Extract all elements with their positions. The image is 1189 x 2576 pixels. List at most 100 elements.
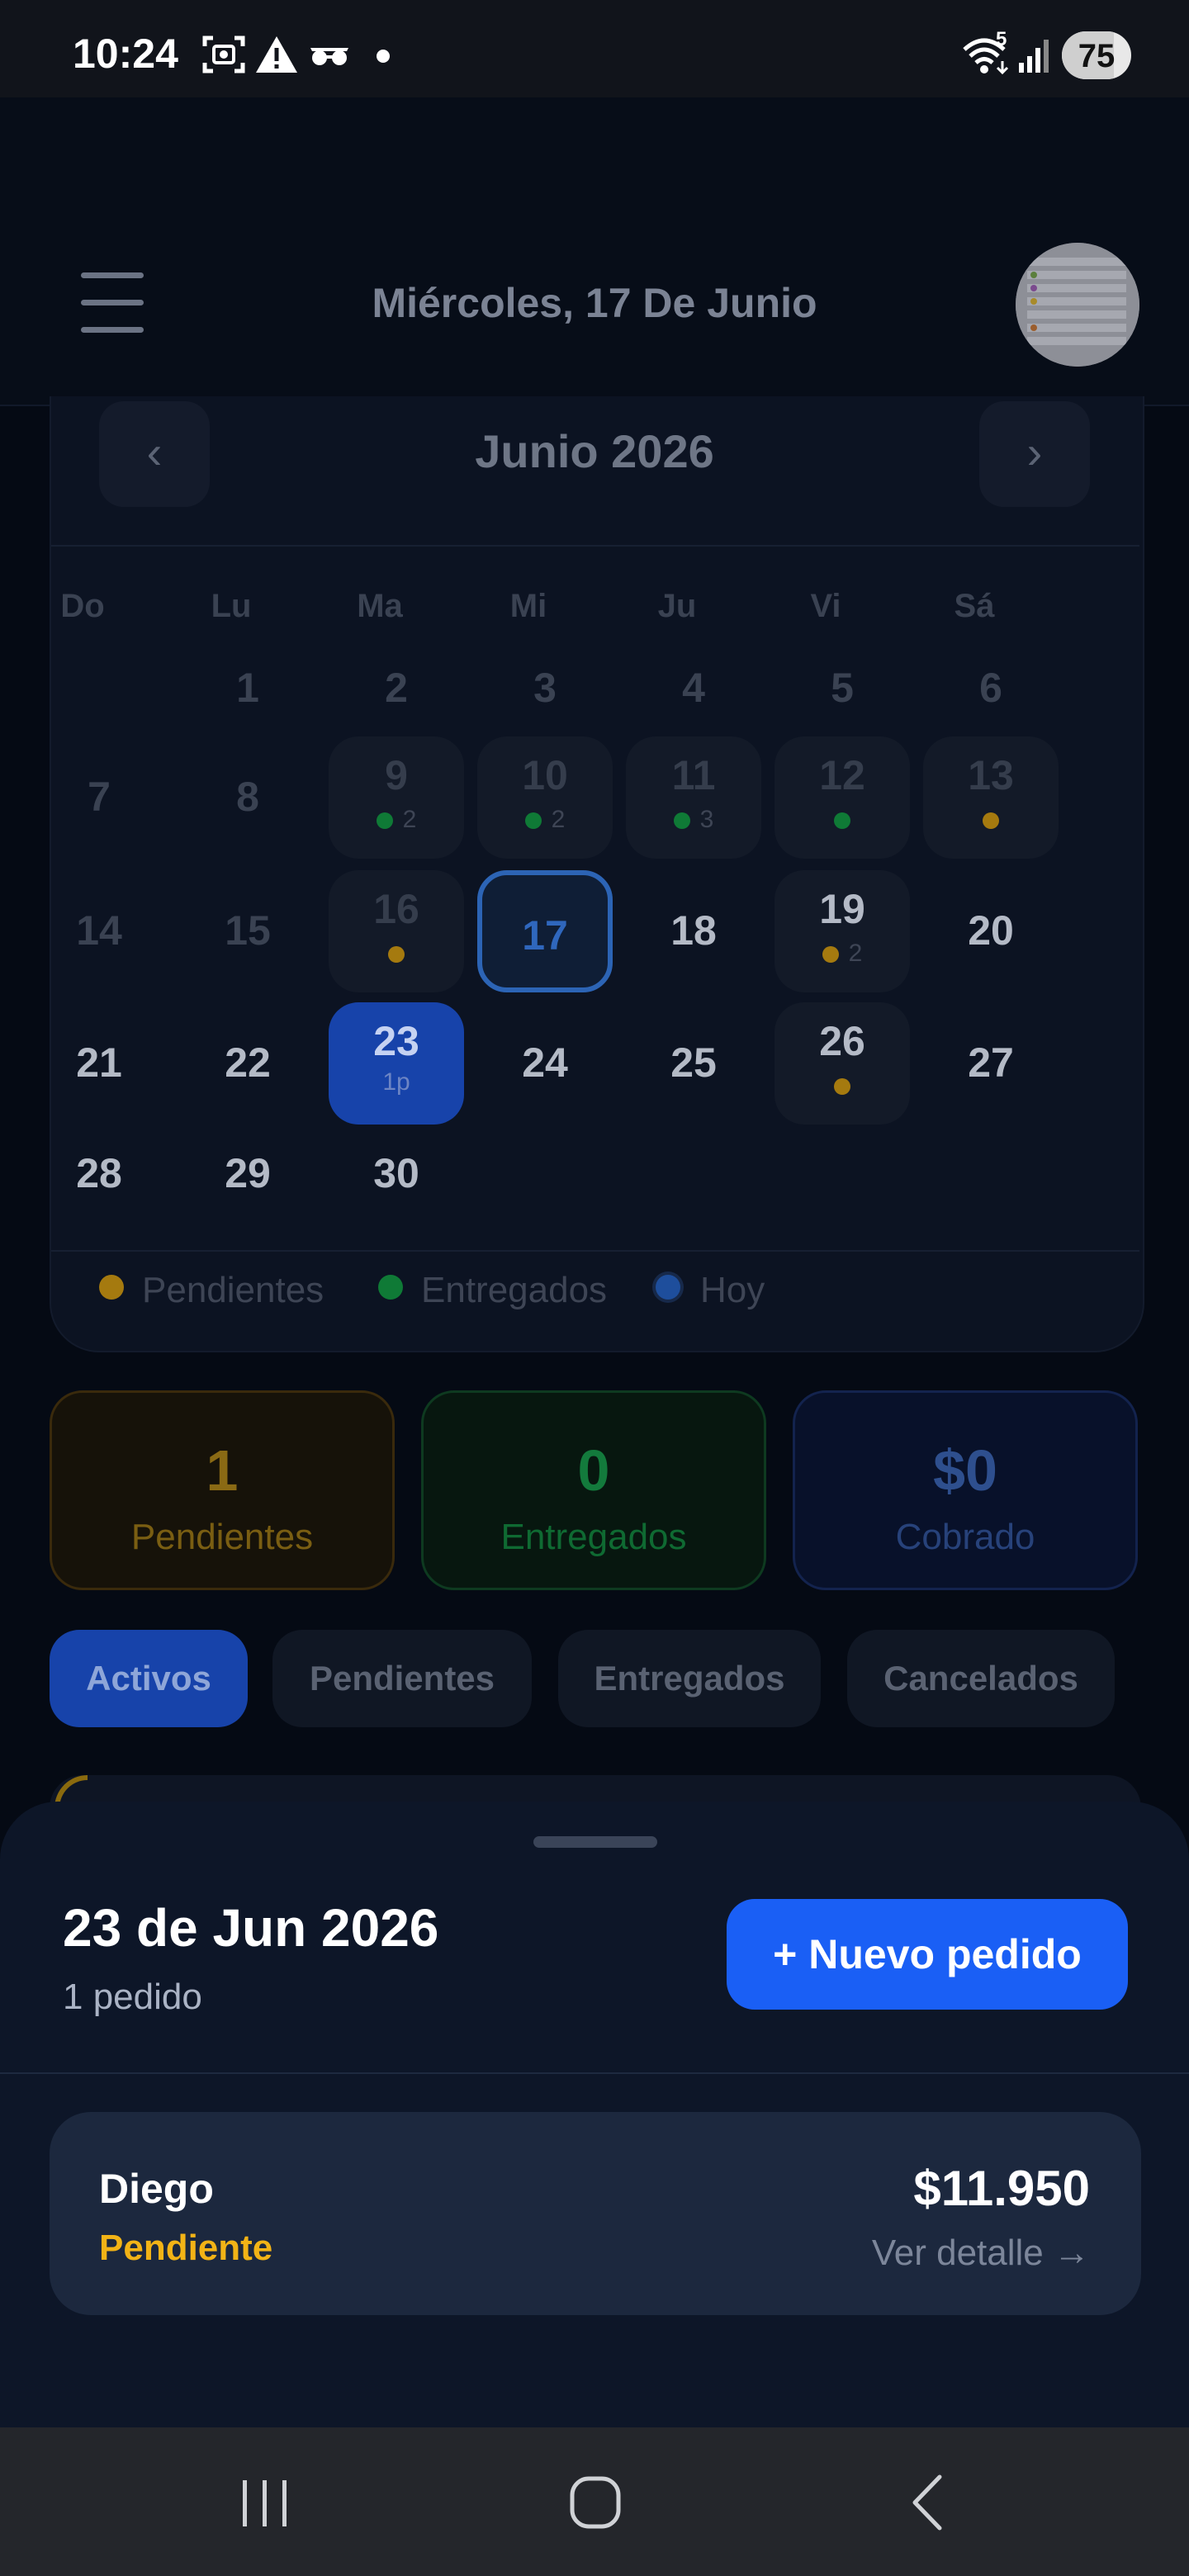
sheet-divider <box>0 2072 1189 2074</box>
home-icon[interactable] <box>568 2474 623 2531</box>
weekday-label: Sá <box>954 588 995 624</box>
delivered-dot <box>834 812 850 830</box>
day-number: 10 <box>522 752 568 798</box>
order-count: 2 <box>402 806 417 833</box>
calendar-day-12[interactable]: 12 <box>775 736 910 859</box>
order-customer-name: Diego <box>99 2166 214 2212</box>
stat-delivered-value: 0 <box>577 1438 610 1503</box>
day-number: 1 <box>236 665 259 711</box>
order-amount: $11.950 <box>913 2161 1090 2216</box>
calendar-day-26[interactable]: 26 <box>775 1002 910 1125</box>
day-number: 9 <box>385 752 408 798</box>
day-number: 13 <box>968 752 1014 798</box>
calendar-day-14[interactable]: 14 <box>31 870 167 992</box>
legend-divider <box>51 1250 1139 1252</box>
day-number: 19 <box>819 886 865 932</box>
day-number: 23 <box>373 1018 419 1064</box>
order-indicator <box>775 806 910 834</box>
day-number: 30 <box>373 1150 419 1196</box>
calendar-day-13[interactable]: 13 <box>923 736 1059 859</box>
order-count: 2 <box>551 806 566 833</box>
calendar-day-25[interactable]: 25 <box>626 1002 761 1125</box>
stat-delivered-label: Entregados <box>500 1517 687 1557</box>
legend-pending-label: Pendientes <box>142 1270 324 1310</box>
calendar-day-21[interactable]: 21 <box>31 1002 167 1125</box>
sheet-date: 23 de Jun 2026 <box>63 1898 439 1958</box>
weekday-label: Mi <box>509 588 547 624</box>
prev-month-button[interactable]: ‹ <box>99 401 210 507</box>
signal-icon <box>1019 40 1049 73</box>
calendar-day-30[interactable]: 30 <box>329 1113 464 1235</box>
day-number: 14 <box>76 907 122 954</box>
calendar-day-19[interactable]: 19 2 <box>775 870 910 992</box>
calendar-day-7[interactable]: 7 <box>31 736 167 859</box>
tab-cancelados[interactable]: Cancelados <box>847 1630 1115 1727</box>
calendar-day-20[interactable]: 20 <box>923 870 1059 992</box>
weekday-label: Ma <box>357 588 403 624</box>
pending-dot <box>822 946 839 964</box>
sheet-order-count: 1 pedido <box>63 1977 202 2017</box>
tab-activos[interactable]: Activos <box>50 1630 248 1727</box>
stat-collected-value: $0 <box>933 1438 997 1503</box>
new-order-button[interactable]: + Nuevo pedido <box>727 1899 1128 2010</box>
calendar-day-2[interactable]: 2 <box>329 627 464 750</box>
tab-pendientes[interactable]: Pendientes <box>272 1630 532 1727</box>
pending-dot <box>983 812 999 830</box>
weekday-label: Vi <box>810 588 841 624</box>
calendar-day-23[interactable]: 23 1p <box>329 1002 464 1125</box>
day-number: 3 <box>533 665 557 711</box>
calendar-day-8[interactable]: 8 <box>180 736 315 859</box>
day-number: 18 <box>670 907 717 954</box>
hamburger-menu-icon[interactable] <box>81 272 144 334</box>
header-date: Miércoles, 17 De Junio <box>372 280 817 326</box>
calendar-day-27[interactable]: 27 <box>923 1002 1059 1125</box>
calendar-day-10[interactable]: 10 2 <box>477 736 613 859</box>
day-number: 11 <box>671 752 716 798</box>
avatar[interactable] <box>1016 243 1139 367</box>
weekday-label: Do <box>60 588 105 624</box>
day-number: 24 <box>522 1039 568 1086</box>
delivered-dot <box>376 812 393 830</box>
day-number: 6 <box>979 665 1002 711</box>
order-count: 2 <box>848 940 863 967</box>
day-number: 8 <box>236 774 259 820</box>
weekday-label: Ju <box>657 588 697 624</box>
day-number: 26 <box>819 1018 865 1064</box>
battery-icon: 75 <box>1062 31 1131 79</box>
calendar-day-1[interactable]: 1 <box>180 627 315 750</box>
calendar-day-3[interactable]: 3 <box>477 627 613 750</box>
day-number: 12 <box>819 752 865 798</box>
warning-icon <box>256 36 297 73</box>
day-number: 7 <box>88 774 111 820</box>
order-indicator: 2 <box>329 806 464 834</box>
day-number: 28 <box>76 1150 122 1196</box>
stat-card-delivered: 0 Entregados <box>421 1390 766 1590</box>
calendar-day-9[interactable]: 92 <box>329 736 464 859</box>
tab-entregados[interactable]: Entregados <box>558 1630 821 1727</box>
calendar-day-18[interactable]: 18 <box>626 870 761 992</box>
calendar-day-29[interactable]: 29 <box>180 1113 315 1235</box>
calendar-day-6[interactable]: 6 <box>923 627 1059 750</box>
recent-apps-icon[interactable] <box>236 2477 294 2530</box>
calendar-day-4[interactable]: 4 <box>626 627 761 750</box>
stat-pending-label: Pendientes <box>130 1517 314 1557</box>
order-indicator <box>775 1072 910 1100</box>
calendar-day-24[interactable]: 24 <box>477 1002 613 1125</box>
calendar-day-15[interactable]: 15 <box>180 870 315 992</box>
day-number: 4 <box>682 665 705 711</box>
battery-level: 75 <box>1078 38 1116 74</box>
calendar-day-17[interactable]: 17 <box>477 870 613 992</box>
notification-dot-icon <box>377 50 390 63</box>
stat-card-pending: 1 Pendientes <box>50 1390 395 1590</box>
calendar-day-5[interactable]: 5 <box>775 627 910 750</box>
calendar-day-28[interactable]: 28 <box>31 1113 167 1235</box>
calendar-day-11[interactable]: 11 3 <box>626 736 761 859</box>
next-month-button[interactable]: › <box>979 401 1090 507</box>
calendar-day-22[interactable]: 22 <box>180 1002 315 1125</box>
day-number: 21 <box>76 1039 122 1086</box>
order-indicator: 3 <box>626 806 761 834</box>
calendar-day-16[interactable]: 16 <box>329 870 464 992</box>
back-icon[interactable] <box>907 2474 948 2531</box>
order-detail-link[interactable]: Ver detalle → <box>743 2233 1090 2274</box>
sheet-drag-handle[interactable] <box>533 1836 657 1848</box>
